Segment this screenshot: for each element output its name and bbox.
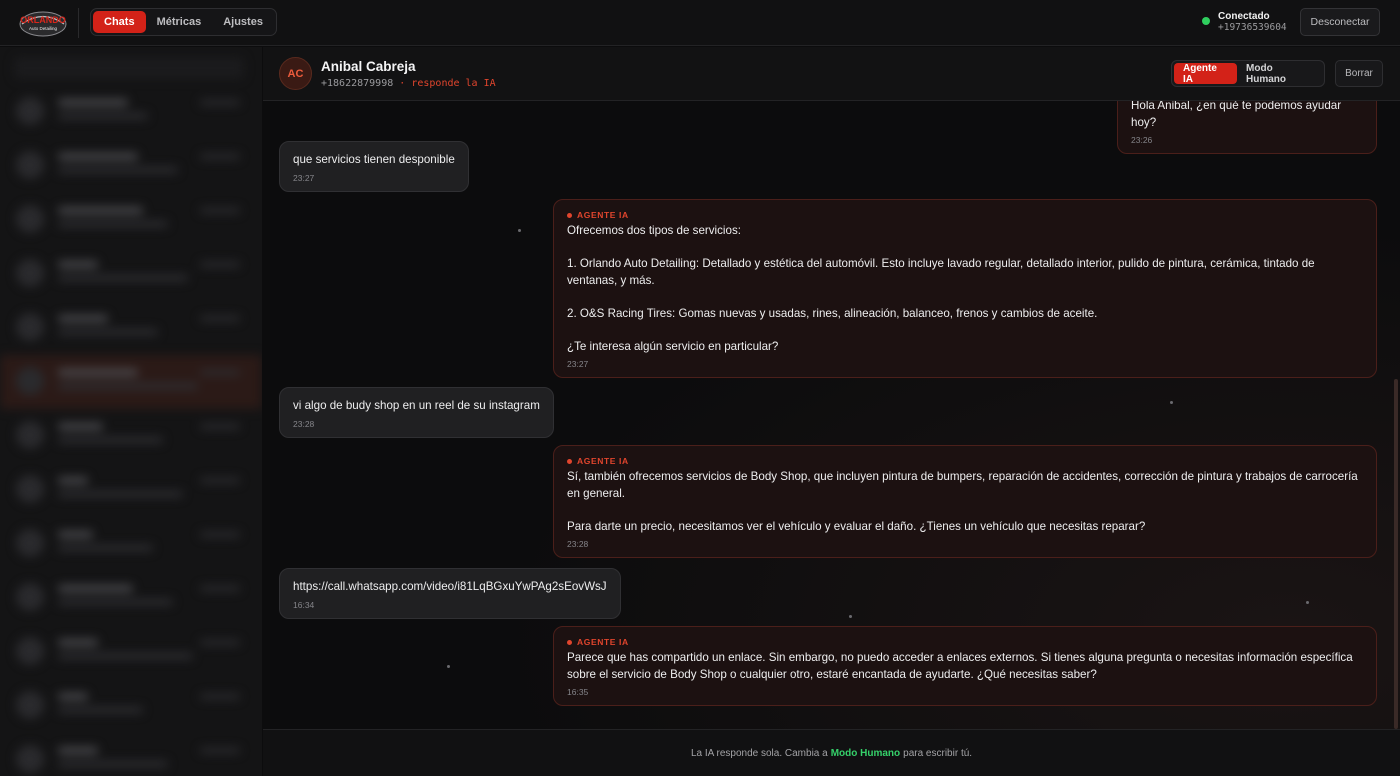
agent-ia-tag: AGENTE IA	[567, 637, 1363, 647]
chat-list-item[interactable]	[0, 409, 262, 463]
chat-search-input[interactable]	[14, 57, 244, 79]
chat-list-item[interactable]	[0, 571, 262, 625]
chat-list-item[interactable]	[0, 85, 262, 139]
top-bar: ORLANDO Auto Detailing Chats Métricas Aj…	[0, 0, 1400, 46]
contact-avatar: AC	[279, 57, 312, 90]
message-time: 23:26	[1131, 135, 1153, 145]
contact-subtitle: +18622879998 · responde la IA	[321, 78, 496, 89]
background-star	[518, 229, 521, 232]
background-star	[447, 665, 450, 668]
message-bubble-incoming[interactable]: https://call.whatsapp.com/video/i81LqBGx…	[279, 568, 621, 619]
mode-toggle: Agente IA Modo Humano	[1171, 60, 1325, 87]
message-text: Ofrecemos dos tipos de servicios: 1. Orl…	[567, 224, 1315, 353]
contact-name: Anibal Cabreja	[321, 59, 416, 74]
agent-ia-tag: AGENTE IA	[567, 456, 1363, 466]
message-text: vi algo de budy shop en un reel de su in…	[293, 399, 540, 412]
chat-list-item[interactable]	[0, 247, 262, 301]
message-text: Hola Anibal, ¿en qué te podemos ayudar h…	[1131, 101, 1345, 129]
message-time: 23:27	[567, 359, 589, 369]
nav-tabs: Chats Métricas Ajustes	[90, 8, 277, 36]
orlando-logo[interactable]: ORLANDO Auto Detailing	[18, 7, 68, 39]
status-phone: +19736539604	[1218, 22, 1287, 33]
chat-list-item[interactable]	[0, 733, 262, 776]
footer-modo-humano-link[interactable]: Modo Humano	[831, 748, 900, 759]
agent-dot-icon	[567, 639, 572, 645]
responder-label: responde la IA	[411, 78, 496, 89]
footer-text-after: para escribir tú.	[903, 747, 973, 759]
ai-mode-footer: La IA responde sola. Cambia a Modo Human…	[263, 729, 1400, 776]
chat-list-item[interactable]	[0, 679, 262, 733]
message-bubble-outgoing[interactable]: Hola Anibal, ¿en qué te podemos ayudar h…	[1117, 101, 1377, 154]
svg-text:ORLANDO: ORLANDO	[20, 15, 66, 25]
background-star	[1306, 601, 1309, 604]
tab-chats[interactable]: Chats	[93, 11, 146, 33]
chat-list-item[interactable]	[0, 517, 262, 571]
delete-chat-button[interactable]: Borrar	[1335, 60, 1383, 87]
tab-ajustes[interactable]: Ajustes	[212, 11, 274, 33]
message-time: 23:28	[293, 418, 315, 429]
tab-metricas[interactable]: Métricas	[146, 11, 213, 33]
disconnect-button[interactable]: Desconectar	[1300, 8, 1380, 36]
contact-phone: +18622879998	[321, 78, 394, 89]
svg-text:Auto Detailing: Auto Detailing	[29, 26, 58, 31]
agent-dot-icon	[567, 212, 572, 218]
message-time: 16:35	[567, 687, 589, 697]
message-text: Sí, también ofrecemos servicios de Body …	[567, 470, 1358, 533]
message-time: 16:34	[293, 599, 315, 610]
agent-ia-tag: AGENTE IA	[567, 210, 1363, 220]
connection-status: Conectado +19736539604	[1202, 11, 1287, 34]
messages-area[interactable]: Hola Anibal, ¿en qué te podemos ayudar h…	[263, 101, 1400, 729]
chat-list-item[interactable]	[0, 463, 262, 517]
chat-list-item[interactable]	[0, 625, 262, 679]
chat-list-item[interactable]	[0, 193, 262, 247]
message-bubble-incoming[interactable]: vi algo de budy shop en un reel de su in…	[279, 387, 554, 438]
footer-text-before: La IA responde sola. Cambia a	[690, 747, 828, 759]
message-bubble-incoming[interactable]: que servicios tienen desponible 23:27	[279, 141, 469, 192]
message-text: Parece que has compartido un enlace. Sin…	[567, 651, 1356, 681]
message-text: https://call.whatsapp.com/video/i81LqBGx…	[293, 580, 607, 593]
chat-list-item[interactable]	[0, 301, 262, 355]
status-dot-icon	[1202, 17, 1210, 25]
messages-scrollbar[interactable]	[1394, 379, 1398, 729]
agent-dot-icon	[567, 458, 572, 464]
message-bubble-outgoing[interactable]: AGENTE IA Sí, también ofrecemos servicio…	[553, 445, 1377, 558]
message-time: 23:28	[567, 539, 589, 549]
mode-agente-ia-button[interactable]: Agente IA	[1174, 63, 1238, 85]
background-star	[849, 615, 852, 618]
chat-header: AC Anibal Cabreja +18622879998 · respond…	[263, 47, 1400, 101]
message-time: 23:27	[293, 172, 315, 183]
background-star	[1170, 401, 1173, 404]
message-bubble-outgoing[interactable]: AGENTE IA Parece que has compartido un e…	[553, 626, 1377, 706]
chat-list-item[interactable]	[0, 139, 262, 193]
chat-list-item-selected[interactable]	[0, 355, 262, 409]
message-bubble-outgoing[interactable]: AGENTE IA Ofrecemos dos tipos de servici…	[553, 199, 1377, 378]
mode-humano-button[interactable]: Modo Humano	[1237, 63, 1322, 85]
message-text: que servicios tienen desponible	[293, 153, 455, 166]
subtitle-separator: ·	[399, 78, 406, 89]
topbar-divider	[78, 8, 79, 38]
chat-list-sidebar[interactable]	[0, 47, 262, 776]
status-label: Conectado	[1218, 11, 1270, 22]
